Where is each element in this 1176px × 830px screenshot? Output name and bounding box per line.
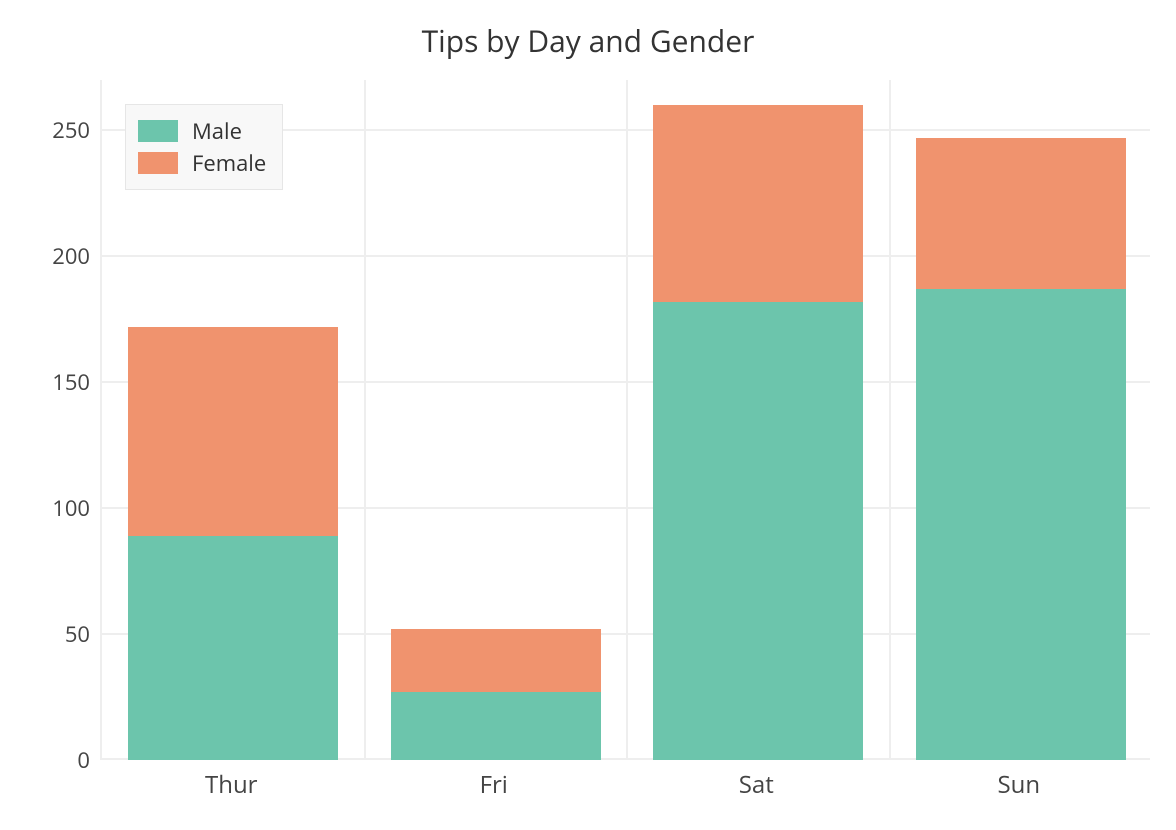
- bar-segment-male[interactable]: [391, 692, 601, 760]
- y-tick-label: 50: [10, 619, 90, 649]
- gridline-v: [626, 80, 628, 758]
- legend-label: Female: [192, 148, 266, 178]
- bar-segment-male[interactable]: [916, 289, 1126, 760]
- y-tick-label: 0: [10, 745, 90, 775]
- y-tick-label: 200: [10, 241, 90, 271]
- chart-container: Tips by Day and Gender MaleFemale 0 50 100…: [0, 0, 1176, 830]
- legend-item-female[interactable]: Female: [138, 147, 266, 179]
- bar-segment-female[interactable]: [653, 105, 863, 301]
- x-tick-label: Sun: [889, 768, 1149, 801]
- x-tick-label: Fri: [364, 768, 624, 801]
- bar-segment-female[interactable]: [916, 138, 1126, 289]
- y-tick-label: 100: [10, 493, 90, 523]
- legend-swatch: [138, 120, 178, 142]
- legend-swatch: [138, 152, 178, 174]
- gridline-v: [889, 80, 891, 758]
- chart-title: Tips by Day and Gender: [0, 20, 1176, 61]
- x-tick-label: Sat: [626, 768, 886, 801]
- y-tick-label: 250: [10, 115, 90, 145]
- legend-label: Male: [192, 116, 242, 146]
- y-tick-label: 150: [10, 367, 90, 397]
- bar-segment-male[interactable]: [128, 536, 338, 760]
- x-tick-label: Thur: [101, 768, 361, 801]
- bar-segment-male[interactable]: [653, 302, 863, 760]
- bar-segment-female[interactable]: [128, 327, 338, 536]
- legend-item-male[interactable]: Male: [138, 115, 266, 147]
- gridline-v: [364, 80, 366, 758]
- legend[interactable]: MaleFemale: [125, 104, 283, 190]
- bar-segment-female[interactable]: [391, 629, 601, 692]
